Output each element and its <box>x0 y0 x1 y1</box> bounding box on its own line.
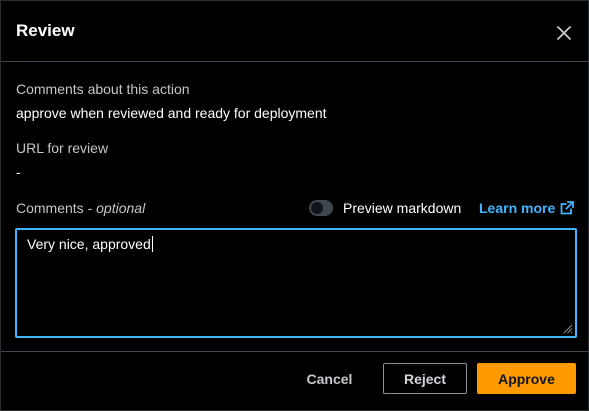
comments-textarea-value: Very nice, approved <box>27 236 151 252</box>
learn-more-link[interactable]: Learn more <box>479 200 555 216</box>
modal-header: Review <box>1 1 588 62</box>
comments-label: Comments - optional <box>16 200 145 216</box>
url-for-review-value: - <box>16 164 21 180</box>
preview-markdown-label: Preview markdown <box>343 200 462 216</box>
reject-button[interactable]: Reject <box>383 363 467 394</box>
optional-tag: optional <box>96 200 146 216</box>
comments-textarea[interactable]: Very nice, approved <box>15 228 577 338</box>
external-link-icon[interactable] <box>560 201 574 215</box>
close-button[interactable] <box>553 22 575 44</box>
close-icon <box>557 26 571 40</box>
url-for-review-label: URL for review <box>16 140 109 156</box>
cancel-button[interactable]: Cancel <box>297 363 362 394</box>
comments-about-action-value: approve when reviewed and ready for depl… <box>16 105 327 121</box>
footer-divider <box>1 351 588 352</box>
resize-handle-icon[interactable] <box>563 324 573 334</box>
modal-title: Review <box>16 21 75 40</box>
comments-label-separator: - <box>83 200 97 216</box>
toggle-knob <box>311 202 323 214</box>
text-caret <box>151 236 153 252</box>
comments-about-action-label: Comments about this action <box>16 81 190 97</box>
review-modal: Review Comments about this action approv… <box>0 0 589 411</box>
comments-label-text: Comments <box>16 200 84 216</box>
approve-button[interactable]: Approve <box>477 363 576 394</box>
preview-markdown-toggle[interactable] <box>309 200 333 216</box>
